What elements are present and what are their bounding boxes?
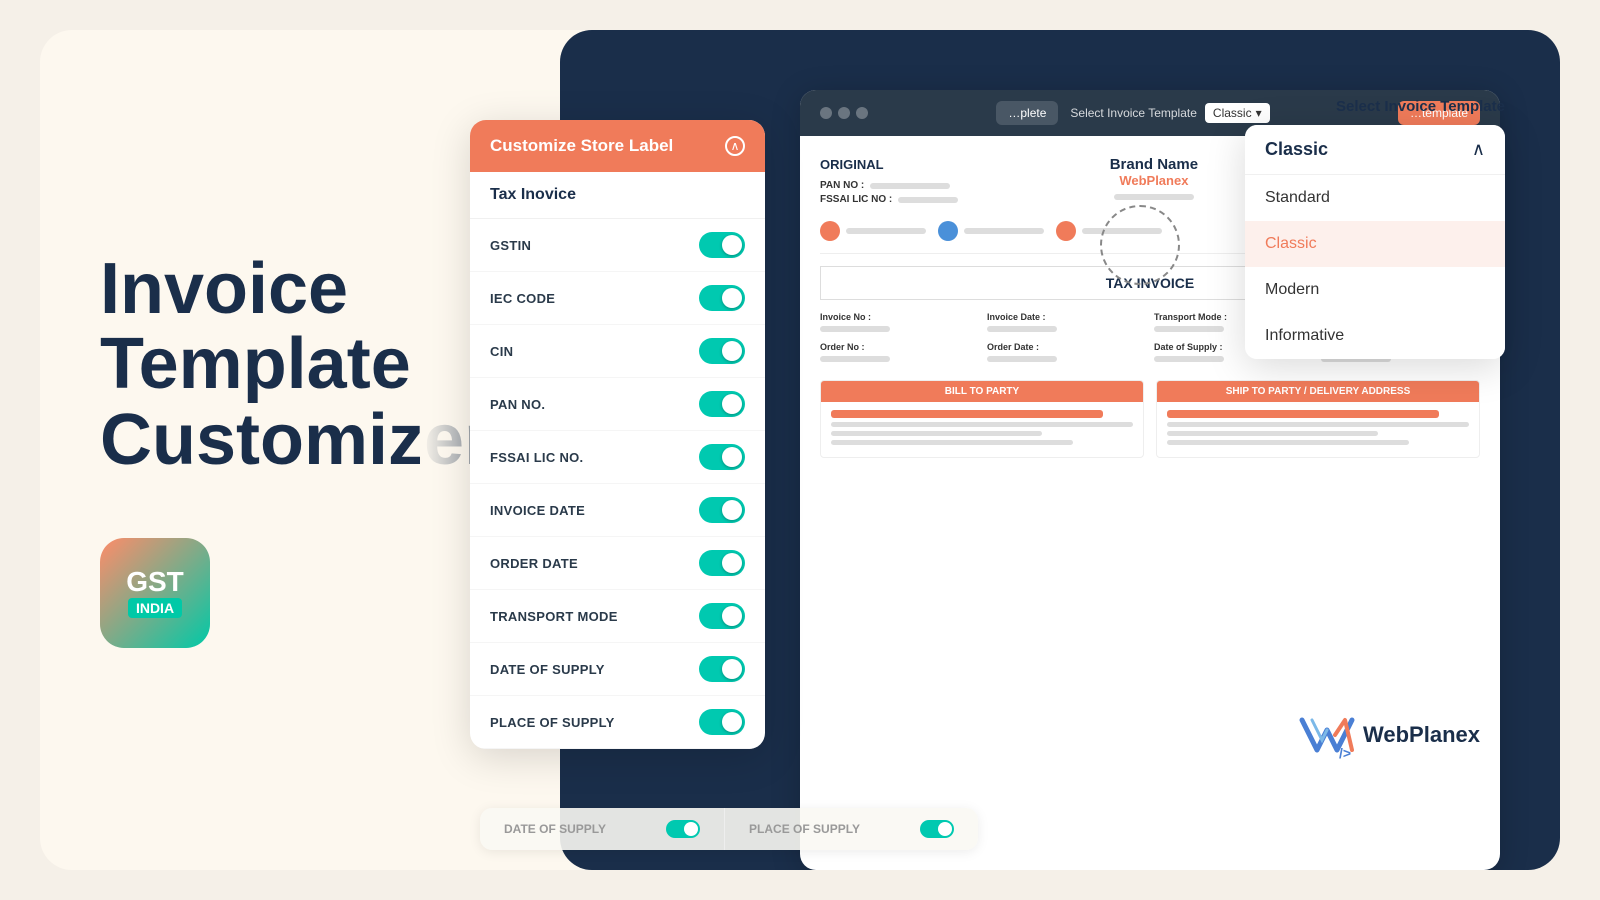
fssai-toggle[interactable] bbox=[699, 444, 745, 470]
toolbar-dot bbox=[856, 107, 868, 119]
collapse-button[interactable]: ∧ bbox=[725, 136, 745, 156]
icon-item bbox=[820, 221, 926, 241]
email-placeholder bbox=[846, 228, 926, 234]
pan-toggle[interactable] bbox=[699, 391, 745, 417]
date-supply-toggle[interactable] bbox=[699, 656, 745, 682]
iec-toggle[interactable] bbox=[699, 285, 745, 311]
dashed-circle-decoration bbox=[1100, 205, 1180, 285]
toolbar-dot bbox=[820, 107, 832, 119]
toggle-label: TRANSPORT MODE bbox=[490, 609, 618, 624]
customize-card: Customize Store Label ∧ Tax Inovice GSTI… bbox=[470, 120, 765, 749]
order-date-toggle[interactable] bbox=[699, 550, 745, 576]
dropdown-selected-text: Classic bbox=[1265, 139, 1328, 160]
bottom-date-supply-toggle[interactable] bbox=[666, 820, 700, 838]
toggle-label: CIN bbox=[490, 344, 513, 359]
bill-to-content bbox=[821, 402, 1143, 457]
email-icon bbox=[820, 221, 840, 241]
customize-panel: Customize Store Label ∧ Tax Inovice GSTI… bbox=[470, 120, 765, 749]
toggle-row-cin: CIN bbox=[470, 325, 765, 378]
main-title: Invoice Template Customizer bbox=[100, 252, 380, 479]
toggle-label: ORDER DATE bbox=[490, 556, 578, 571]
detail-invoice-no: Invoice No : bbox=[820, 312, 979, 334]
webplanex-area: /> WebPlanex bbox=[1297, 710, 1480, 760]
webplanex-text: WebPlanex bbox=[1363, 722, 1480, 748]
toggle-row-place-supply: PLACE OF SUPPLY bbox=[470, 696, 765, 749]
bottom-date-supply-label: DATE OF SUPPLY bbox=[504, 822, 606, 836]
template-dropdown-label: Select Invoice Template bbox=[1245, 98, 1505, 115]
template-dropdown: Classic ∧ Standard Classic Modern Inform… bbox=[1245, 125, 1505, 359]
left-section: Invoice Template Customizer GST INDIA bbox=[40, 192, 420, 709]
template-select: Select Invoice Template Classic ▾ bbox=[1070, 103, 1269, 123]
svg-text:/>: /> bbox=[1339, 745, 1351, 760]
template-select-label: Select Invoice Template bbox=[1070, 106, 1197, 120]
gst-badge: GST INDIA bbox=[100, 538, 210, 648]
gst-text: GST bbox=[126, 568, 184, 596]
gstin-toggle[interactable] bbox=[699, 232, 745, 258]
detail-order-date: Order Date : bbox=[987, 342, 1146, 364]
toggle-row-order-date: ORDER DATE bbox=[470, 537, 765, 590]
toggle-label: PAN NO. bbox=[490, 397, 545, 412]
ship-to-party: SHIP TO PARTY / DELIVERY ADDRESS bbox=[1156, 380, 1480, 458]
customize-header-title: Customize Store Label bbox=[490, 136, 673, 156]
original-label: ORIGINAL PAN NO : FSSAI LIC NO : bbox=[820, 156, 958, 205]
tax-invoice-row: Tax Inovice bbox=[470, 172, 765, 219]
invoice-date-toggle[interactable] bbox=[699, 497, 745, 523]
toggle-row-pan: PAN NO. bbox=[470, 378, 765, 431]
toggle-row-gstin: GSTIN bbox=[470, 219, 765, 272]
toggle-label: IEC CODE bbox=[490, 291, 555, 306]
bottom-card-place-supply: PLACE OF SUPPLY bbox=[724, 808, 978, 850]
toggle-row-date-supply: DATE OF SUPPLY bbox=[470, 643, 765, 696]
place-supply-toggle[interactable] bbox=[699, 709, 745, 735]
toolbar-dot bbox=[838, 107, 850, 119]
toggle-label: FSSAI LIC NO. bbox=[490, 450, 583, 465]
brand-info: Brand Name WebPlanex bbox=[1110, 156, 1198, 200]
template-dropdown-area: Select Invoice Template Classic ∧ Standa… bbox=[1245, 98, 1505, 359]
party-row: BILL TO PARTY SHIP TO PARTY / DELIVERY A… bbox=[820, 380, 1480, 458]
outer-card: Invoice Template Customizer GST INDIA Cu… bbox=[40, 30, 1560, 870]
option-classic[interactable]: Classic bbox=[1245, 221, 1505, 267]
toggle-label: DATE OF SUPPLY bbox=[490, 662, 605, 677]
toggle-row-iec: IEC CODE bbox=[470, 272, 765, 325]
india-text: INDIA bbox=[128, 598, 182, 618]
chevron-up-icon: ∧ bbox=[1472, 139, 1485, 160]
detail-invoice-date: Invoice Date : bbox=[987, 312, 1146, 334]
web-icon bbox=[938, 221, 958, 241]
transport-toggle[interactable] bbox=[699, 603, 745, 629]
icon-item bbox=[938, 221, 1044, 241]
bottom-faded-panel: DATE OF SUPPLY PLACE OF SUPPLY bbox=[480, 808, 978, 850]
toggle-row-fssai: FSSAI LIC NO. bbox=[470, 431, 765, 484]
webplanex-icon: /> bbox=[1297, 710, 1357, 760]
complete-button[interactable]: …plete bbox=[996, 101, 1058, 125]
toggle-row-invoice-date: INVOICE DATE bbox=[470, 484, 765, 537]
phone-icon bbox=[1056, 221, 1076, 241]
toggle-label: GSTIN bbox=[490, 238, 531, 253]
option-standard[interactable]: Standard bbox=[1245, 175, 1505, 221]
dropdown-options: Standard Classic Modern Informative bbox=[1245, 175, 1505, 359]
option-informative[interactable]: Informative bbox=[1245, 313, 1505, 359]
customize-body: Tax Inovice GSTIN IEC CODE CIN PAN NO. bbox=[470, 172, 765, 749]
web-placeholder bbox=[964, 228, 1044, 234]
toggle-label: INVOICE DATE bbox=[490, 503, 585, 518]
detail-order-no: Order No : bbox=[820, 342, 979, 364]
webplanex-logo: /> WebPlanex bbox=[1297, 710, 1480, 760]
bottom-card-date-supply: DATE OF SUPPLY bbox=[480, 808, 724, 850]
toggle-label: PLACE OF SUPPLY bbox=[490, 715, 615, 730]
customize-header: Customize Store Label ∧ bbox=[470, 120, 765, 172]
dropdown-selected[interactable]: Classic ∧ bbox=[1245, 125, 1505, 175]
ship-to-content bbox=[1157, 402, 1479, 457]
option-modern[interactable]: Modern bbox=[1245, 267, 1505, 313]
toolbar-dots bbox=[820, 107, 868, 119]
cin-toggle[interactable] bbox=[699, 338, 745, 364]
toggle-row-transport: TRANSPORT MODE bbox=[470, 590, 765, 643]
bottom-place-supply-label: PLACE OF SUPPLY bbox=[749, 822, 860, 836]
bottom-place-supply-toggle[interactable] bbox=[920, 820, 954, 838]
bill-to-party: BILL TO PARTY bbox=[820, 380, 1144, 458]
